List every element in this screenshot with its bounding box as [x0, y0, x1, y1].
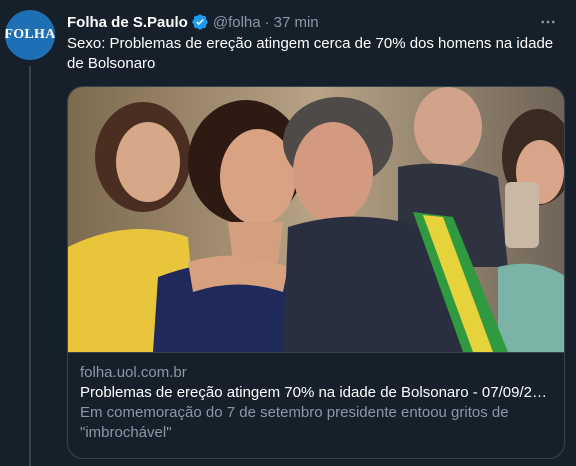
card-info: folha.uol.com.br Problemas de ereção ati… [68, 352, 564, 458]
display-name[interactable]: Folha de S.Paulo [67, 14, 188, 31]
timestamp[interactable]: 37 min [274, 14, 319, 31]
more-options-icon[interactable] [536, 10, 560, 34]
verified-badge-icon [191, 13, 209, 31]
avatar-text: FOLHA [5, 27, 55, 42]
card-title[interactable]: Problemas de ereção atingem 70% na idade… [80, 383, 552, 403]
tweet-text: Sexo: Problemas de ereção atingem cerca … [67, 35, 554, 72]
separator-dot: · [264, 13, 270, 31]
avatar[interactable]: FOLHA [5, 10, 55, 60]
card-domain: folha.uol.com.br [80, 364, 187, 381]
card-image[interactable] [68, 87, 564, 352]
link-card[interactable]: folha.uol.com.br Problemas de ereção ati… [67, 86, 565, 459]
card-description: Em comemoração do 7 de setembro presiden… [80, 404, 509, 441]
thread-line [29, 66, 31, 466]
tweet-header: Folha de S.Paulo @folha · 37 min [67, 10, 566, 34]
handle[interactable]: @folha [213, 14, 261, 31]
